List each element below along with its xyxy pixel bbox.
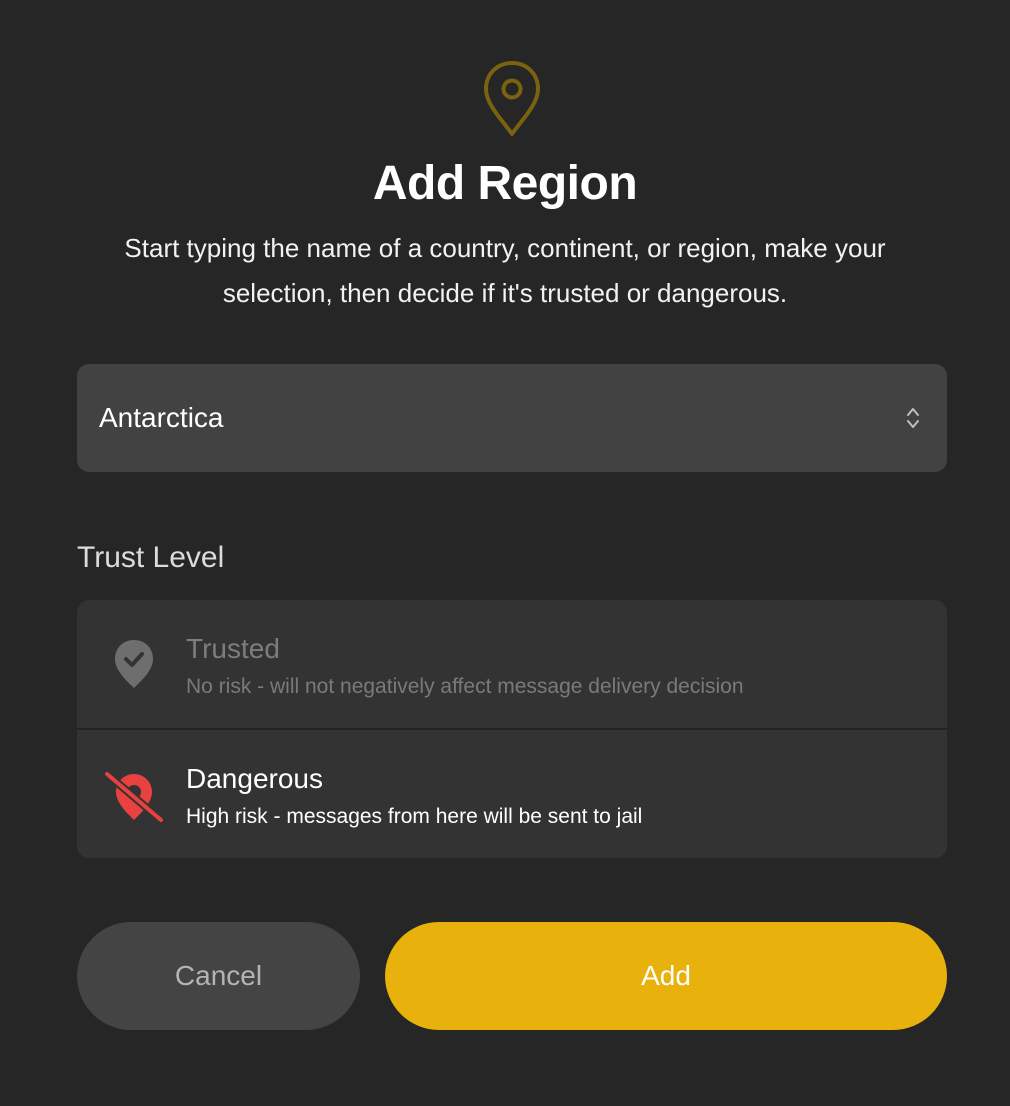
trust-option-trusted-title: Trusted (186, 633, 280, 664)
region-select-value: Antarctica (99, 402, 224, 433)
trust-option-dangerous-subtitle: High risk - messages from here will be s… (186, 805, 643, 828)
dialog-description: Start typing the name of a country, cont… (124, 233, 886, 308)
trust-option-dangerous[interactable]: Dangerous High risk - messages from here… (77, 730, 947, 858)
location-off-icon (103, 770, 165, 824)
trust-option-trusted-subtitle: No risk - will not negatively affect mes… (186, 675, 744, 698)
trust-option-trusted[interactable]: Trusted No risk - will not negatively af… (77, 600, 947, 728)
location-check-icon (115, 640, 153, 688)
map-pin-icon (484, 61, 540, 136)
trust-option-dangerous-title: Dangerous (186, 763, 323, 794)
region-select[interactable]: Antarctica (77, 364, 947, 472)
cancel-button[interactable]: Cancel (77, 922, 360, 1030)
trust-level-label: Trust Level (77, 541, 225, 574)
chevron-up-down-icon (907, 408, 919, 428)
trust-level-options: Trusted No risk - will not negatively af… (77, 600, 947, 858)
add-button[interactable]: Add (385, 922, 947, 1030)
add-region-dialog: Add Region Start typing the name of a co… (0, 0, 1010, 1106)
dialog-title: Add Region (372, 157, 638, 210)
